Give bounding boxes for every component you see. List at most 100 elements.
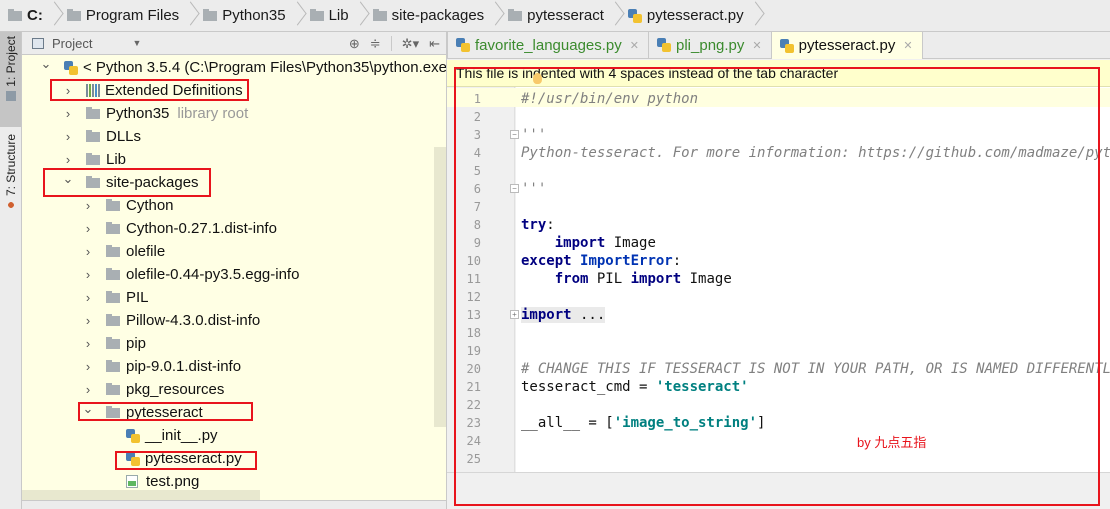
tree-item[interactable]: › Extended Definitions bbox=[62, 79, 243, 102]
code-token: # CHANGE THIS IF TESSERACT IS NOT IN YOU… bbox=[521, 361, 1110, 377]
chevron-right-icon[interactable]: › bbox=[62, 106, 74, 121]
close-icon[interactable]: ✕ bbox=[630, 39, 639, 52]
tree-item[interactable]: ⌄ < Python 3.5.4 (C:\Program Files\Python… bbox=[40, 56, 446, 79]
editor-tab[interactable]: pytesseract.py ✕ bbox=[771, 32, 923, 59]
tree-item[interactable]: ›pytesseract.py bbox=[102, 447, 242, 470]
chevron-down-icon[interactable]: ⌄ bbox=[40, 56, 52, 72]
tree-item[interactable]: › Python35 library root bbox=[62, 102, 248, 125]
code-line: from PIL import Image bbox=[521, 270, 732, 288]
tree-item[interactable]: › Pillow-4.3.0.dist-info bbox=[82, 309, 260, 332]
folder-icon bbox=[106, 382, 120, 395]
folder-icon bbox=[8, 8, 22, 21]
structure-tool-tab[interactable]: 7: Structure bbox=[0, 130, 21, 225]
editor-tab-label: pytesseract.py bbox=[798, 37, 896, 54]
breadcrumb-label: Program Files bbox=[85, 7, 180, 24]
locate-icon[interactable]: ⊕ bbox=[349, 36, 360, 52]
folder-icon bbox=[106, 336, 120, 349]
code-line: __all__ = ['image_to_string'] bbox=[521, 414, 765, 432]
tree-item[interactable]: › pip bbox=[82, 332, 146, 355]
collapse-all-icon[interactable]: ≑ bbox=[370, 36, 381, 52]
code-token: : bbox=[672, 253, 682, 269]
line-number: 9 bbox=[473, 236, 481, 250]
tree-item[interactable]: › pip-9.0.1.dist-info bbox=[82, 355, 241, 378]
editor-tab[interactable]: pli_png.py ✕ bbox=[649, 32, 772, 58]
chevron-right-icon[interactable]: › bbox=[62, 152, 74, 167]
chevron-right-icon[interactable]: › bbox=[82, 267, 94, 282]
project-tool-tab[interactable]: 1: Project bbox=[0, 32, 21, 127]
tree-item[interactable]: ›test.png bbox=[102, 470, 199, 493]
folder-icon bbox=[106, 313, 120, 326]
code-token: PIL bbox=[588, 271, 631, 287]
tree-item[interactable]: › olefile-0.44-py3.5.egg-info bbox=[82, 263, 300, 286]
toolbar-divider bbox=[390, 36, 392, 51]
fold-collapse-icon[interactable]: − bbox=[510, 184, 519, 193]
settings-icon[interactable]: ✲▾ bbox=[402, 36, 419, 52]
chevron-down-icon[interactable]: ⌄ bbox=[82, 401, 94, 417]
chevron-right-icon[interactable]: › bbox=[82, 221, 94, 236]
chevron-right-icon[interactable]: › bbox=[82, 198, 94, 213]
folder-icon bbox=[86, 106, 100, 119]
code-line: ''' bbox=[521, 126, 546, 144]
chevron-right-icon[interactable]: › bbox=[82, 336, 94, 351]
code-line: Python-tesseract. For more information: … bbox=[521, 144, 1110, 162]
tree-item[interactable]: › olefile bbox=[82, 240, 165, 263]
folder-icon bbox=[372, 8, 387, 21]
tree-item-label: < Python 3.5.4 (C:\Program Files\Python3… bbox=[83, 59, 446, 76]
tree-item[interactable]: ⌄ pytesseract bbox=[82, 401, 203, 424]
line-number: 20 bbox=[466, 362, 481, 376]
tree-item-label: Cython-0.27.1.dist-info bbox=[126, 220, 277, 237]
tree-scrollbar[interactable] bbox=[434, 147, 446, 427]
watermark-text: by 九点五指 bbox=[857, 435, 927, 450]
code-token: ] bbox=[757, 415, 766, 431]
tree-item[interactable]: › Cython-0.27.1.dist-info bbox=[82, 217, 277, 240]
folder-icon bbox=[106, 244, 120, 257]
chevron-right-icon[interactable]: › bbox=[82, 313, 94, 328]
tree-item[interactable]: › DLLs bbox=[62, 125, 141, 148]
tree-item[interactable]: ›__init__.py bbox=[102, 424, 218, 447]
editor-tab[interactable]: favorite_languages.py ✕ bbox=[448, 32, 649, 58]
breadcrumb-separator bbox=[292, 0, 302, 32]
tree-item-label: __init__.py bbox=[145, 427, 218, 444]
lightbulb-icon[interactable] bbox=[533, 73, 542, 84]
breadcrumb-item[interactable]: pytesseract bbox=[506, 0, 626, 32]
tree-item[interactable]: › Cython bbox=[82, 194, 174, 217]
line-number: 3 bbox=[473, 128, 481, 142]
breadcrumb-label: Python35 bbox=[222, 7, 286, 24]
close-icon[interactable]: ✕ bbox=[903, 39, 912, 52]
chevron-right-icon[interactable]: › bbox=[82, 359, 94, 374]
fold-expand-icon[interactable]: + bbox=[510, 310, 519, 319]
folder-icon bbox=[86, 129, 100, 142]
folder-icon bbox=[106, 198, 120, 211]
tree-item[interactable]: ⌄ site-packages bbox=[62, 171, 199, 194]
project-panel-footer bbox=[22, 500, 447, 509]
tree-item[interactable]: › Lib bbox=[62, 148, 126, 171]
editor-tab-label: favorite_languages.py bbox=[475, 36, 622, 54]
tree-item-label: Pillow-4.3.0.dist-info bbox=[126, 312, 261, 329]
chevron-right-icon[interactable]: › bbox=[62, 83, 74, 98]
fold-collapse-icon[interactable]: − bbox=[510, 130, 519, 139]
tree-item-label: site-packages bbox=[106, 174, 199, 191]
breadcrumb-item[interactable]: Lib bbox=[308, 0, 371, 32]
tree-item[interactable]: › pkg_resources bbox=[82, 378, 225, 401]
close-icon[interactable]: ✕ bbox=[752, 39, 761, 52]
breadcrumb-item[interactable]: C: bbox=[6, 0, 65, 32]
breadcrumb-item[interactable]: site-packages bbox=[371, 0, 507, 32]
chevron-right-icon[interactable]: › bbox=[82, 290, 94, 305]
navigation-breadcrumb: C: Program Files Python35 Lib site-packages p… bbox=[0, 0, 1110, 32]
breadcrumb-item[interactable]: pytesseract.py bbox=[626, 0, 766, 32]
breadcrumb-item[interactable]: Program Files bbox=[65, 0, 201, 32]
project-tree: ⌄ < Python 3.5.4 (C:\Program Files\Python… bbox=[22, 55, 446, 500]
chevron-right-icon[interactable]: › bbox=[82, 382, 94, 397]
chevron-down-icon[interactable]: ⌄ bbox=[62, 171, 74, 187]
project-view-selector[interactable]: Project ▼ bbox=[32, 36, 141, 51]
folder-icon bbox=[203, 8, 218, 21]
chevron-right-icon[interactable]: › bbox=[82, 244, 94, 259]
line-number: 18 bbox=[466, 326, 481, 340]
line-number: 8 bbox=[473, 218, 481, 232]
breadcrumb-item[interactable]: Python35 bbox=[201, 0, 307, 32]
editor-footer bbox=[447, 472, 1110, 509]
chevron-right-icon[interactable]: › bbox=[62, 129, 74, 144]
tree-item[interactable]: › PIL bbox=[82, 286, 149, 309]
hide-panel-icon[interactable]: ⇤ bbox=[429, 36, 440, 52]
code-line: import Image bbox=[521, 234, 656, 252]
